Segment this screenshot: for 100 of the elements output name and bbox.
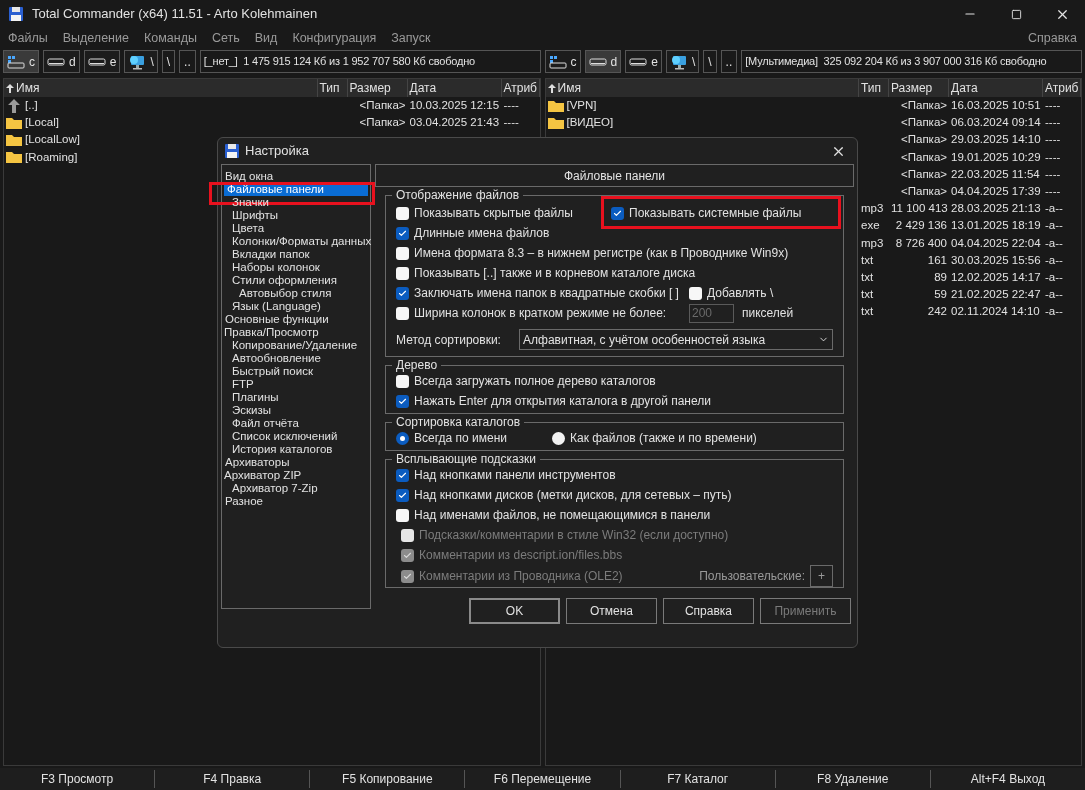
function-key-button[interactable]: F5 Копирование xyxy=(338,770,437,788)
column-header[interactable]: Атриб xyxy=(1043,79,1081,97)
tree-item[interactable]: История каталогов xyxy=(232,443,368,456)
checkbox[interactable] xyxy=(689,286,702,300)
checkbox[interactable] xyxy=(396,246,409,260)
column-header[interactable]: Атриб xyxy=(501,79,540,97)
column-header[interactable]: Размер xyxy=(889,79,949,97)
tree-item[interactable]: Язык (Language) xyxy=(232,300,368,313)
drive-icon xyxy=(588,56,607,67)
function-key-button[interactable]: F6 Перемещение xyxy=(489,770,596,788)
column-header[interactable]: Имя xyxy=(545,79,859,97)
tree-item[interactable]: Архиватор ZIP xyxy=(224,469,368,482)
column-header[interactable]: Тип xyxy=(859,79,889,97)
tree-item[interactable]: Архиватор 7-Zip xyxy=(232,482,368,495)
sort-dropdown[interactable]: Алфавитная, с учётом особенностей языка xyxy=(519,329,833,350)
up-button[interactable]: .. xyxy=(179,50,196,73)
tree-item[interactable]: Цвета xyxy=(232,222,368,235)
tree-item[interactable]: Список исключений xyxy=(232,430,368,443)
file-date: 19.01.2025 10:29 xyxy=(951,150,1041,163)
tree-item[interactable]: Файл отчёта xyxy=(232,417,368,430)
checkbox-label: Имена формата 8.3 – в нижнем регистре (как в Проводнике Win9x) xyxy=(414,245,789,262)
column-header[interactable]: Дата xyxy=(949,79,1043,97)
drive-button[interactable]: c xyxy=(544,50,581,73)
drive-button[interactable]: e xyxy=(83,50,121,73)
checkbox[interactable] xyxy=(396,286,409,300)
tree-item[interactable]: Автообновление xyxy=(232,352,368,365)
menu-item[interactable]: Запуск xyxy=(391,28,431,48)
drive-button[interactable]: \ xyxy=(124,50,158,73)
file-size: 2 429 136 xyxy=(895,219,947,232)
up-button[interactable]: .. xyxy=(720,50,738,73)
function-key-button[interactable]: F7 Каталог xyxy=(663,770,733,788)
checkbox[interactable] xyxy=(396,468,409,482)
column-header[interactable]: Дата xyxy=(407,79,502,97)
checkbox-label: Добавлять \ xyxy=(707,285,774,302)
checkbox[interactable] xyxy=(396,508,409,522)
menu-item[interactable]: Конфигурация xyxy=(292,28,377,48)
checkbox-label: Над именами файлов, не помещающимися в панели xyxy=(414,507,711,524)
add-button[interactable]: + xyxy=(810,565,833,587)
tree-item[interactable]: Шрифты xyxy=(232,209,368,222)
file-attributes: ---- xyxy=(1045,150,1061,163)
checkbox-label: Над кнопками дисков (метки дисков, для сетевых – путь) xyxy=(414,487,732,504)
check-icon xyxy=(398,288,407,298)
tree-item[interactable]: FTP xyxy=(232,378,368,391)
root-button[interactable]: \ xyxy=(703,50,717,73)
checkbox[interactable] xyxy=(396,226,409,240)
dialog-button[interactable]: Отмена xyxy=(566,598,657,624)
column-header[interactable]: Тип xyxy=(317,79,348,97)
tree-item[interactable]: Плагины xyxy=(232,391,368,404)
radio-button[interactable] xyxy=(552,431,565,445)
unit-label: пикселей xyxy=(741,305,795,322)
menu-item[interactable]: Сеть xyxy=(211,28,240,48)
column-header[interactable]: Имя xyxy=(4,79,318,97)
menu-item[interactable]: Вид xyxy=(254,28,278,48)
file-type: txt xyxy=(861,253,874,266)
menu-item[interactable]: Справка xyxy=(1027,28,1077,48)
menu-item[interactable]: Выделение xyxy=(62,28,129,48)
radio-button[interactable] xyxy=(396,431,409,445)
drive-button[interactable]: e xyxy=(625,50,662,73)
tree-item[interactable]: Автовыбор стиля xyxy=(239,287,368,300)
drive-button[interactable]: \ xyxy=(665,50,700,73)
function-key-button[interactable]: F8 Удаление xyxy=(813,770,893,788)
dialog-button[interactable]: Справка xyxy=(663,598,754,624)
checkbox[interactable] xyxy=(396,374,409,388)
column-header[interactable]: Размер xyxy=(347,79,408,97)
free-space-label: [Мультимедиа] 325 092 204 Кб из 3 907 000 316 Кб свободно xyxy=(741,50,1082,73)
tree-item[interactable]: Стили оформления xyxy=(232,274,368,287)
checkbox[interactable] xyxy=(396,206,409,220)
drive-button[interactable]: d xyxy=(584,50,622,73)
tree-item[interactable]: Правка/Просмотр xyxy=(224,326,368,339)
tree-item[interactable]: Наборы колонок xyxy=(232,261,368,274)
checkbox[interactable] xyxy=(611,206,624,220)
tree-item[interactable]: Архиваторы xyxy=(225,456,368,469)
file-date: 12.02.2025 14:17 xyxy=(951,270,1041,283)
tree-item[interactable]: Быстрый поиск xyxy=(232,365,368,378)
file-date: 21.02.2025 22:47 xyxy=(951,288,1041,301)
drive-button[interactable]: d xyxy=(43,50,80,73)
tree-item[interactable]: Разное xyxy=(225,495,368,508)
tree-item[interactable]: Вид окна xyxy=(225,170,368,183)
menu-item[interactable]: Команды xyxy=(143,28,197,48)
checkbox[interactable] xyxy=(396,266,409,280)
tree-item[interactable]: Копирование/Удаление xyxy=(232,339,368,352)
file-type: mp3 xyxy=(861,236,884,249)
checkbox[interactable] xyxy=(396,306,409,320)
function-key-button[interactable]: Alt+F4 Выход xyxy=(966,770,1050,788)
group-title: Всплывающие подсказки xyxy=(395,453,538,465)
root-button[interactable]: \ xyxy=(161,50,176,73)
menu-item[interactable]: Файлы xyxy=(8,28,48,48)
tree-item[interactable]: Основные функции xyxy=(225,313,368,326)
checkbox[interactable] xyxy=(396,488,409,502)
function-key-button[interactable]: F4 Правка xyxy=(199,770,266,788)
function-key-button[interactable]: F3 Просмотр xyxy=(37,770,118,788)
tree-item[interactable]: Эскизы xyxy=(232,404,368,417)
dialog-button[interactable]: OK xyxy=(469,598,560,624)
file-size: <Папка> xyxy=(901,150,947,163)
file-size: <Папка> xyxy=(359,99,406,111)
file-date: 06.03.2024 09:14 xyxy=(951,116,1041,129)
file-date: 03.04.2025 21:43 xyxy=(409,116,500,129)
tree-item[interactable]: Вкладки папок xyxy=(232,248,368,261)
checkbox[interactable] xyxy=(396,394,409,408)
drive-button[interactable]: c xyxy=(3,50,39,73)
